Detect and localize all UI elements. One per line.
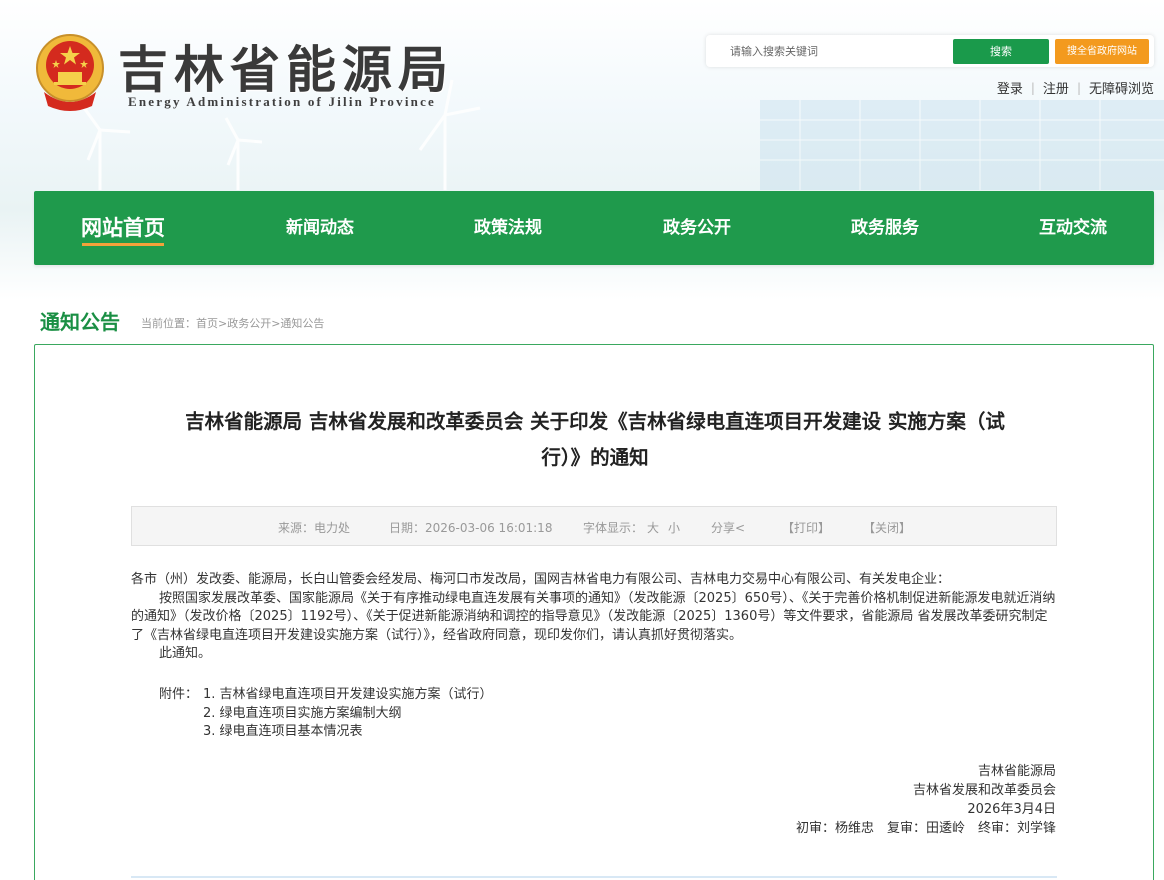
register-link[interactable]: 注册: [1043, 78, 1069, 97]
print-button[interactable]: 【打印】: [782, 519, 830, 536]
attachments-label: 附件：: [159, 687, 199, 702]
signature-org: 吉林省能源局: [977, 764, 1056, 779]
attachment-link[interactable]: 3. 绿电直连项目基本情况表: [203, 723, 363, 742]
share-label: 分享: [711, 521, 736, 535]
nav-active-indicator: [82, 243, 164, 246]
accessibility-link[interactable]: 无障碍浏览: [1089, 78, 1154, 97]
body-paragraph: 按照国家发展改革委、国家能源局《关于有序推动绿电直连发展有关事项的通知》（发改能…: [131, 590, 1056, 643]
section-title: 通知公告: [40, 310, 120, 334]
nav-item-policy[interactable]: 政策法规: [462, 191, 554, 265]
signature-date: 2026年3月4日: [967, 802, 1056, 817]
reviewers: 初审：杨维忠 复审：田逶岭 终审：刘学锋: [795, 821, 1056, 836]
article-title-line: 行）》的通知: [541, 446, 649, 469]
nav-item-services[interactable]: 政务服务: [839, 191, 931, 265]
meta-font-label: 字体显示：: [583, 521, 644, 535]
nav-item-home[interactable]: 网站首页: [78, 191, 168, 265]
nav-item-gov-info[interactable]: 政务公开: [651, 191, 743, 265]
signature-org: 吉林省发展和改革委员会: [912, 783, 1056, 798]
site-subtitle: Energy Administration of Jilin Province: [128, 94, 437, 109]
meta-source: 来源：电力处: [278, 521, 351, 535]
attachment-link[interactable]: 1. 吉林省绿电直连项目开发建设实施方案（试行）: [203, 686, 493, 705]
close-button[interactable]: 【关闭】: [863, 519, 911, 536]
addressee: 各市（州）发改委、能源局，长白山管委会经发局、梅河口市发改局，国网吉林省电力有限…: [131, 572, 951, 587]
site-title: 吉林省能源局: [118, 40, 454, 99]
nav-item-interaction[interactable]: 互动交流: [1027, 191, 1119, 265]
font-small-button[interactable]: 小: [668, 519, 680, 536]
article-title: 吉林省能源局 吉林省发展和改革委员会 关于印发《吉林省绿电直连项目开发建设 实施…: [140, 404, 1050, 476]
search-input[interactable]: [714, 39, 950, 63]
article-title-line: 吉林省能源局 吉林省发展和改革委员会 关于印发《吉林省绿电直连项目开发建设 实施…: [185, 410, 1005, 433]
breadcrumb[interactable]: 当前位置：首页>政务公开>通知公告: [141, 315, 324, 331]
search-box: 搜索 搜全省政府网站: [706, 35, 1154, 67]
article-meta-bar: 来源：电力处 日期：2026-03-06 16:01:18 字体显示： 大 小 …: [131, 506, 1057, 546]
search-button[interactable]: 搜索: [953, 39, 1049, 64]
share-icon: <: [735, 521, 746, 535]
share-button[interactable]: 分享<: [711, 519, 745, 536]
font-large-button[interactable]: 大: [647, 519, 659, 536]
attachments: 附件： 1. 吉林省绿电直连项目开发建设实施方案（试行） 2. 绿电直连项目实施…: [159, 686, 493, 742]
divider: [131, 876, 1057, 878]
nav-item-news[interactable]: 新闻动态: [274, 191, 366, 265]
link-separator: |: [1076, 80, 1081, 95]
link-separator: |: [1030, 80, 1035, 95]
national-emblem-icon: [36, 34, 104, 111]
body-paragraph: 此通知。: [159, 646, 212, 661]
search-all-sites-button[interactable]: 搜全省政府网站: [1055, 39, 1149, 64]
user-links: 登录 | 注册 | 无障碍浏览: [997, 78, 1154, 98]
signature-block: 吉林省能源局 吉林省发展和改革委员会 2026年3月4日 初审：杨维忠 复审：田…: [796, 762, 1056, 838]
login-link[interactable]: 登录: [997, 78, 1023, 97]
article-body: 各市（州）发改委、能源局，长白山管委会经发局、梅河口市发改局，国网吉林省电力有限…: [131, 571, 1057, 664]
attachment-link[interactable]: 2. 绿电直连项目实施方案编制大纲: [203, 705, 402, 724]
main-nav: 网站首页 新闻动态 政策法规 政务公开 政务服务 互动交流: [34, 191, 1154, 265]
meta-date: 日期：2026-03-06 16:01:18: [389, 521, 553, 535]
